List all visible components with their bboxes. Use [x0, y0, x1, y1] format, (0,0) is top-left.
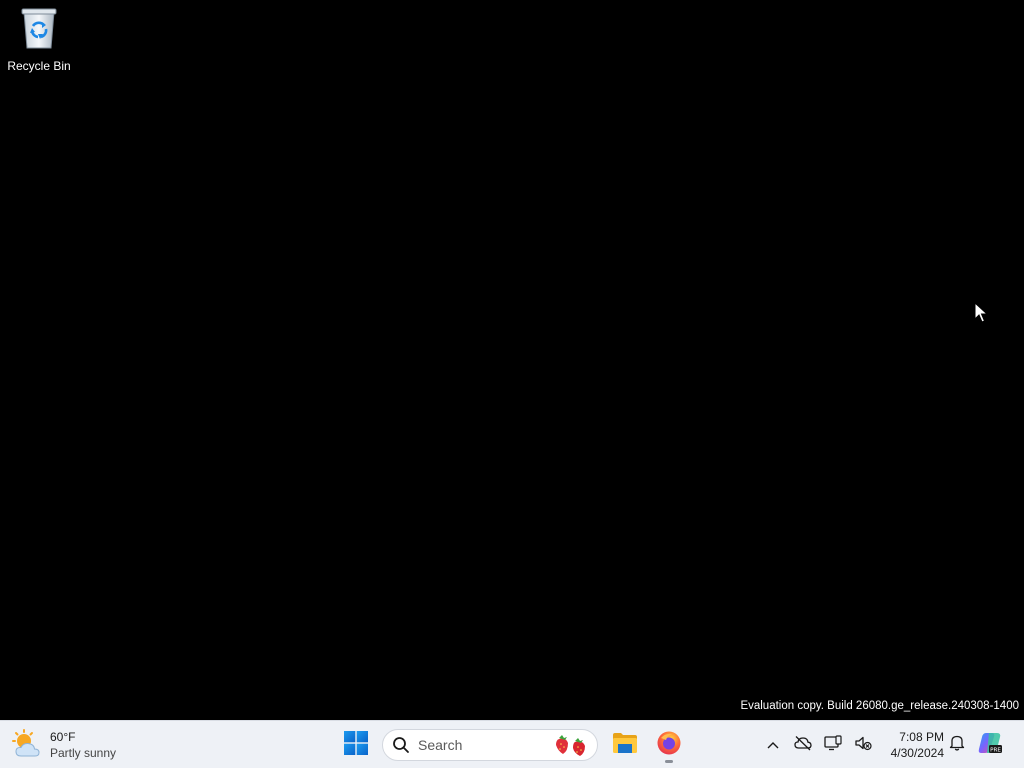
volume-button[interactable] [848, 725, 878, 765]
running-indicator [665, 760, 673, 763]
weather-condition: Partly sunny [50, 746, 117, 760]
display-settings-button[interactable] [818, 725, 848, 765]
notification-area: PRE [942, 725, 1008, 765]
strawberries-icon [553, 733, 589, 757]
volume-muted-icon [854, 735, 872, 756]
display-icon [824, 734, 842, 756]
mouse-cursor-icon [974, 301, 989, 324]
show-hidden-icons-button[interactable] [758, 725, 788, 765]
recycle-bin-icon [19, 6, 59, 50]
firefox-button[interactable] [649, 725, 689, 765]
weather-temperature: 60°F [50, 730, 76, 744]
start-button[interactable] [336, 725, 376, 765]
windows-logo-icon [344, 730, 368, 760]
search-placeholder: Search [418, 737, 463, 753]
desktop[interactable]: Recycle Bin Evaluation copy. Build 26080… [0, 0, 1024, 720]
taskbar-clock[interactable]: 7:08 PM 4/30/2024 [880, 727, 944, 763]
taskbar-search-box[interactable]: Search [382, 729, 598, 761]
cloud-offline-icon [794, 735, 812, 756]
copilot-button[interactable]: PRE [972, 725, 1008, 765]
system-tray [758, 725, 878, 765]
firefox-icon [656, 730, 682, 761]
taskbar: 60°F Partly sunny Search 7:08 PM 4/30/20… [0, 720, 1024, 768]
clock-date: 4/30/2024 [890, 746, 944, 760]
notifications-button[interactable] [942, 725, 972, 765]
network-status-button[interactable] [788, 725, 818, 765]
weather-widget[interactable]: 60°F Partly sunny [12, 725, 132, 765]
copilot-icon: PRE [977, 731, 1003, 760]
clock-time: 7:08 PM [899, 730, 944, 744]
partly-sunny-icon [12, 729, 44, 761]
file-explorer-icon [612, 731, 638, 760]
recycle-bin-shortcut[interactable]: Recycle Bin [4, 6, 74, 74]
recycle-bin-label: Recycle Bin [7, 59, 71, 73]
chevron-up-icon [767, 736, 779, 754]
copilot-badge: PRE [990, 747, 1001, 753]
file-explorer-button[interactable] [605, 725, 645, 765]
bell-icon [949, 734, 965, 756]
search-icon [392, 736, 410, 754]
evaluation-watermark: Evaluation copy. Build 26080.ge_release.… [740, 700, 1019, 712]
